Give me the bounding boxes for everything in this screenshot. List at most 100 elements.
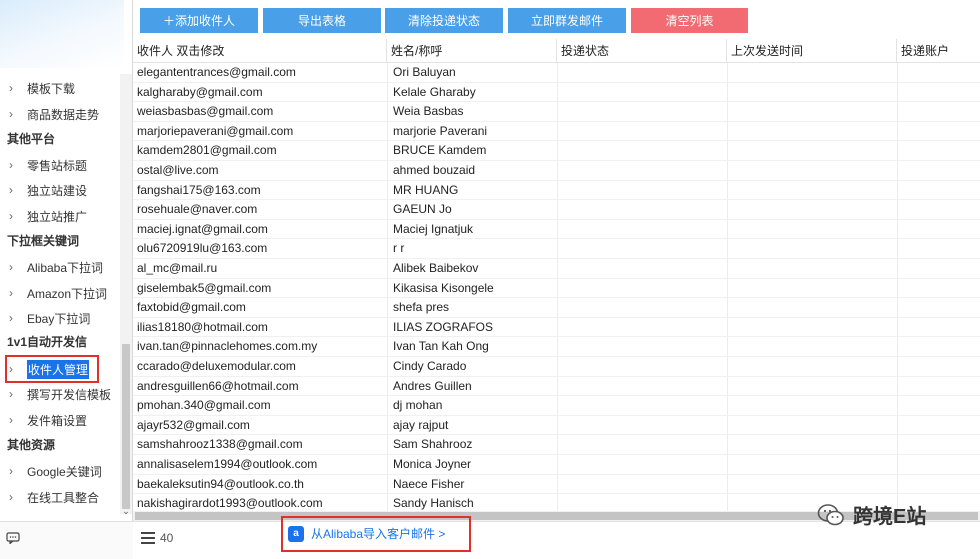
recipient-email-cell[interactable]: weiasbasbas@gmail.com [137,102,385,122]
add-recipient-button[interactable]: ＋添加收件人 [140,8,258,33]
table-row[interactable]: annalisaselem1994@outlook.com Monica Joyn… [133,455,980,475]
sidebar-item-site-promo[interactable]: › 独立站推广 [0,205,118,227]
recipient-name-cell[interactable]: Kikasisa Kisongele [393,279,553,299]
recipient-email-cell[interactable]: samshahrooz1338@gmail.com [137,435,385,455]
recipient-name-cell[interactable]: Ori Baluyan [393,63,553,83]
sidebar-item-ebay-dropdown[interactable]: › Ebay下拉词 [0,307,118,329]
sidebar-item-online-tools[interactable]: › 在线工具整合 [0,486,118,508]
table-row[interactable]: ajayr532@gmail.com ajay rajput [133,416,980,436]
recipient-name-cell[interactable]: shefa pres [393,298,553,318]
recipient-email-cell[interactable]: al_mc@mail.ru [137,259,385,279]
table-row[interactable]: pmohan.340@gmail.com dj mohan [133,396,980,416]
column-header-status[interactable]: 投递状态 [557,39,727,63]
recipient-name-cell[interactable]: Cindy Carado [393,357,553,377]
recipient-name-cell[interactable]: Sandy Hanisch [393,494,553,511]
recipient-name-cell[interactable]: BRUCE Kamdem [393,141,553,161]
recipient-name-cell[interactable]: Kelale Gharaby [393,83,553,103]
sidebar-item-template-download[interactable]: › 模板下载 [0,77,118,99]
sidebar-scrollbar[interactable] [120,74,132,514]
sidebar-item-google-keywords[interactable]: › Google关键词 [0,460,118,482]
recipient-email-cell[interactable]: baekaleksutin94@outlook.co.th [137,475,385,495]
recipient-email-cell[interactable]: pmohan.340@gmail.com [137,396,385,416]
column-header-last-sent[interactable]: 上次发送时间 [727,39,897,63]
table-row[interactable]: ilias18180@hotmail.com ILIAS ZOGRAFOS [133,318,980,338]
table-row[interactable]: kamdem2801@gmail.com BRUCE Kamdem [133,141,980,161]
recipient-name-cell[interactable]: Andres Guillen [393,377,553,397]
table-row[interactable]: weiasbasbas@gmail.com Weia Basbas [133,102,980,122]
sidebar-item-outbox-settings[interactable]: › 发件箱设置 [0,409,118,431]
recipient-email-cell[interactable]: faxtobid@gmail.com [137,298,385,318]
scroll-down-arrow-icon[interactable]: ⌄ [120,506,132,520]
chevron-right-icon: › [9,260,13,274]
column-header-recipient[interactable]: 收件人 双击修改 [133,39,387,63]
recipient-name-cell[interactable]: MR HUANG [393,181,553,201]
menu-icon[interactable] [141,532,155,544]
recipient-email-cell[interactable]: ivan.tan@pinnaclehomes.com.my [137,337,385,357]
export-table-button[interactable]: 导出表格 [263,8,381,33]
recipient-email-cell[interactable]: nakishagirardot1993@outlook.com [137,494,385,511]
recipient-name-cell[interactable]: ajay rajput [393,416,553,436]
recipient-name-cell[interactable]: Weia Basbas [393,102,553,122]
recipient-email-cell[interactable]: giselembak5@gmail.com [137,279,385,299]
recipient-name-cell[interactable]: Naece Fisher [393,475,553,495]
table-row[interactable]: al_mc@mail.ru Alibek Baibekov [133,259,980,279]
table-row[interactable]: rosehuale@naver.com GAEUN Jo [133,200,980,220]
sidebar-item-alibaba-dropdown[interactable]: › Alibaba下拉词 [0,256,118,278]
recipient-name-cell[interactable]: ahmed bouzaid [393,161,553,181]
sidebar-item-label: 模板下载 [27,81,76,96]
recipient-name-cell[interactable]: r r [393,239,553,259]
recipient-email-cell[interactable]: marjoriepaverani@gmail.com [137,122,385,142]
table-row[interactable]: baekaleksutin94@outlook.co.th Naece Fishe… [133,475,980,495]
send-now-button[interactable]: 立即群发邮件 [508,8,626,33]
recipient-email-cell[interactable]: andresguillen66@hotmail.com [137,377,385,397]
recipient-email-cell[interactable]: olu6720919lu@163.com [137,239,385,259]
column-header-account[interactable]: 投递账户 [897,39,980,63]
recipient-email-cell[interactable]: kalgharaby@gmail.com [137,83,385,103]
sidebar-item-label: Ebay下拉词 [27,311,91,326]
table-row[interactable]: maciej.ignat@gmail.com Maciej Ignatjuk [133,220,980,240]
table-row[interactable]: fangshai175@163.com MR HUANG [133,181,980,201]
table-row[interactable]: kalgharaby@gmail.com Kelale Gharaby [133,83,980,103]
recipient-email-cell[interactable]: ajayr532@gmail.com [137,416,385,436]
table-row[interactable]: elegantentrances@gmail.com Ori Baluyan [133,63,980,83]
recipient-email-cell[interactable]: ostal@live.com [137,161,385,181]
table-row[interactable]: marjoriepaverani@gmail.com marjorie Paver… [133,122,980,142]
table-row[interactable]: samshahrooz1338@gmail.com Sam Shahrooz [133,435,980,455]
table-row[interactable]: giselembak5@gmail.com Kikasisa Kisongele [133,279,980,299]
recipient-name-cell[interactable]: Monica Joyner [393,455,553,475]
recipient-email-cell[interactable]: fangshai175@163.com [137,181,385,201]
sidebar-item-product-trend[interactable]: › 商品数据走势 [0,103,118,125]
recipient-name-cell[interactable]: Maciej Ignatjuk [393,220,553,240]
table-row[interactable]: ostal@live.com ahmed bouzaid [133,161,980,181]
chat-icon[interactable] [6,532,20,544]
recipient-name-cell[interactable]: ILIAS ZOGRAFOS [393,318,553,338]
recipient-name-cell[interactable]: GAEUN Jo [393,200,553,220]
table-row[interactable]: olu6720919lu@163.com r r [133,239,980,259]
recipient-email-cell[interactable]: rosehuale@naver.com [137,200,385,220]
recipient-email-cell[interactable]: kamdem2801@gmail.com [137,141,385,161]
recipient-name-cell[interactable]: Sam Shahrooz [393,435,553,455]
recipient-email-cell[interactable]: annalisaselem1994@outlook.com [137,455,385,475]
table-row[interactable]: andresguillen66@hotmail.com Andres Guille… [133,377,980,397]
recipient-email-cell[interactable]: elegantentrances@gmail.com [137,63,385,83]
table-row[interactable]: faxtobid@gmail.com shefa pres [133,298,980,318]
table-row[interactable]: ccarado@deluxemodular.com Cindy Carado [133,357,980,377]
sidebar-item-amazon-dropdown[interactable]: › Amazon下拉词 [0,282,118,304]
recipient-email-cell[interactable]: ilias18180@hotmail.com [137,318,385,338]
recipient-email-cell[interactable]: maciej.ignat@gmail.com [137,220,385,240]
sidebar-item-site-build[interactable]: › 独立站建设 [0,179,118,201]
table-row[interactable]: ivan.tan@pinnaclehomes.com.my Ivan Tan Ka… [133,337,980,357]
recipient-name-cell[interactable]: dj mohan [393,396,553,416]
recipient-name-cell[interactable]: Ivan Tan Kah Ong [393,337,553,357]
sidebar-item-retail-title[interactable]: › 零售站标题 [0,154,118,176]
clear-status-button[interactable]: 清除投递状态 [385,8,503,33]
column-header-name[interactable]: 姓名/称呼 [387,39,557,63]
recipient-name-cell[interactable]: marjorie Paverani [393,122,553,142]
chevron-right-icon: › [9,311,13,325]
recipient-name-cell[interactable]: Alibek Baibekov [393,259,553,279]
clear-list-button[interactable]: 清空列表 [631,8,748,33]
sidebar-item-write-template[interactable]: › 撰写开发信模板 [0,383,118,405]
sidebar-scrollbar-thumb[interactable] [122,344,130,509]
import-from-alibaba-link[interactable]: a 从Alibaba导入客户邮件 > [288,525,445,542]
recipient-email-cell[interactable]: ccarado@deluxemodular.com [137,357,385,377]
